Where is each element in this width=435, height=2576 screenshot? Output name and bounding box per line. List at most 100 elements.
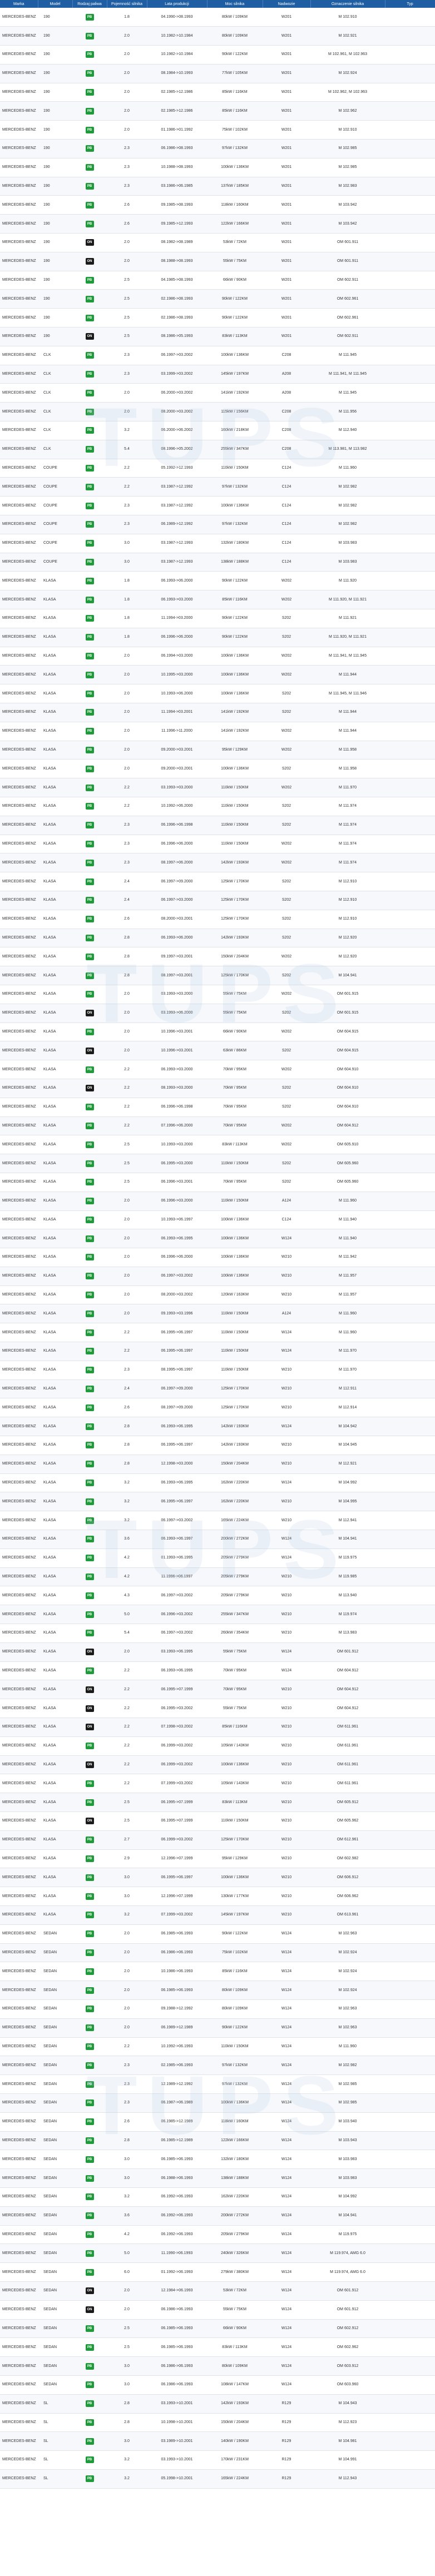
cell-power: 100kW / 136KM [207, 759, 263, 779]
cell-body: W210 [263, 1248, 310, 1267]
cell-engine: M 111.960 [310, 1304, 385, 1324]
cell-years: 05.1992->12.1993 [147, 459, 207, 478]
cell-engine: OM 612.961 [310, 1830, 385, 1850]
cell-type [385, 741, 435, 760]
table-row: MERCEDES-BENZ SEDAN PB 2.3 12.1989->12.1992 9… [0, 2074, 435, 2094]
cell-model: SEDAN [38, 2131, 72, 2151]
cell-type [385, 985, 435, 1004]
cell-brand: MERCEDES-BENZ [0, 1586, 38, 1606]
petrol-fuel-icon: PB [85, 1104, 94, 1111]
cell-capacity: 2.7 [107, 1830, 147, 1850]
cell-model: KLASA [38, 1098, 72, 1117]
cell-engine: M 111.974 [310, 853, 385, 873]
cell-brand: MERCEDES-BENZ [0, 1567, 38, 1587]
cell-power: 80kW / 109KM [207, 1981, 263, 2000]
cell-type [385, 1530, 435, 1549]
petrol-fuel-icon: PB [85, 1329, 94, 1336]
petrol-fuel-icon: PB [85, 2362, 94, 2370]
cell-model: 190 [38, 101, 72, 121]
cell-engine: M 102.921 [310, 26, 385, 46]
cell-model: 190 [38, 233, 72, 252]
cell-engine: M 102.985 [310, 158, 385, 177]
petrol-fuel-icon: PB [85, 577, 94, 584]
cell-model: KLASA [38, 1699, 72, 1719]
table-row: MERCEDES-BENZ SEDAN PB 5.0 11.1990->06.1993 2… [0, 2244, 435, 2264]
petrol-fuel-icon: PB [85, 2156, 94, 2163]
cell-fuel: PB [72, 308, 107, 328]
cell-brand: MERCEDES-BENZ [0, 722, 38, 741]
cell-brand: MERCEDES-BENZ [0, 327, 38, 346]
petrol-fuel-icon: PB [85, 2062, 94, 2069]
cell-brand: MERCEDES-BENZ [0, 891, 38, 910]
cell-engine: M 111.970 [310, 1361, 385, 1380]
cell-power: 118kW / 160KM [207, 2112, 263, 2132]
cell-capacity: 2.2 [107, 1323, 147, 1343]
col-header-model[interactable]: Model [38, 0, 73, 8]
col-header-capacity[interactable]: Pojemność silnika [107, 0, 147, 8]
cell-body: W124 [263, 1943, 310, 1963]
cell-fuel: PB [72, 1436, 107, 1455]
cell-body: S202 [263, 684, 310, 703]
cell-engine: M 102.910 [310, 120, 385, 140]
cell-power: 85kW / 116KM [207, 1718, 263, 1737]
col-header-engine[interactable]: Oznaczenie silnika [310, 0, 385, 8]
cell-type [385, 1586, 435, 1606]
cell-body: S202 [263, 1004, 310, 1023]
diesel-fuel-icon: ON [85, 333, 94, 340]
cell-power: 138kW / 188KM [207, 2168, 263, 2188]
cell-brand: MERCEDES-BENZ [0, 2244, 38, 2264]
cell-power: 70kW / 95KM [207, 1116, 263, 1136]
cell-engine: M 111.970 [310, 1342, 385, 1361]
table-row: MERCEDES-BENZ KLASA PB 2.0 10.1993->06.1997 1… [0, 1210, 435, 1230]
petrol-fuel-icon: PB [85, 1667, 94, 1675]
cell-capacity: 2.8 [107, 966, 147, 985]
cell-capacity: 2.8 [107, 1436, 147, 1455]
cell-engine: OM 601.915 [310, 1004, 385, 1023]
cell-body: W201 [263, 327, 310, 346]
cell-model: KLASA [38, 759, 72, 779]
cell-body: S202 [263, 966, 310, 985]
cell-model: KLASA [38, 703, 72, 722]
cell-capacity: 2.0 [107, 1210, 147, 1230]
cell-model: KLASA [38, 1154, 72, 1173]
cell-engine: M 112.910 [310, 910, 385, 929]
table-row: MERCEDES-BENZ SEDAN PB 2.2 10.1992->06.1993 1… [0, 2037, 435, 2057]
petrol-fuel-icon: PB [85, 2456, 94, 2464]
cell-power: 110kW / 150KM [207, 1304, 263, 1324]
cell-type [385, 835, 435, 854]
petrol-fuel-icon: PB [85, 1743, 94, 1750]
cell-type [385, 647, 435, 666]
petrol-fuel-icon: PB [85, 2269, 94, 2276]
cell-capacity: 2.4 [107, 891, 147, 910]
cell-brand: MERCEDES-BENZ [0, 2093, 38, 2113]
cell-years: 02.1985->12.1986 [147, 101, 207, 121]
petrol-fuel-icon: PB [85, 70, 94, 77]
table-row: MERCEDES-BENZ KLASA PB 4.3 06.1997->03.2002 2… [0, 1586, 435, 1606]
cell-engine: M 103.942 [310, 214, 385, 234]
col-header-body[interactable]: Nadwozie [263, 0, 311, 8]
cell-type [385, 1304, 435, 1324]
table-row: MERCEDES-BENZ 190 PB 2.0 08.1984->10.1993 77k… [0, 64, 435, 83]
cell-fuel: PB [72, 1905, 107, 1925]
cell-power: 110kW / 150KM [207, 2037, 263, 2057]
cell-engine: OM 606.912 [310, 1868, 385, 1888]
cell-brand: MERCEDES-BENZ [0, 1736, 38, 1756]
cell-brand: MERCEDES-BENZ [0, 1793, 38, 1812]
col-header-brand[interactable]: Marka [0, 0, 38, 8]
cell-brand: MERCEDES-BENZ [0, 1004, 38, 1023]
col-header-type[interactable]: Typ [385, 0, 435, 8]
petrol-fuel-icon: PB [85, 897, 94, 904]
cell-power: 160kW / 218KM [207, 421, 263, 440]
col-header-power[interactable]: Moc silnika [207, 0, 263, 8]
cell-fuel: PB [72, 2037, 107, 2057]
cell-capacity: 3.6 [107, 2206, 147, 2226]
cell-body: W202 [263, 1135, 310, 1155]
cell-brand: MERCEDES-BENZ [0, 1267, 38, 1286]
cell-years: 12.1998->03.2000 [147, 1455, 207, 1474]
col-header-fuel[interactable]: Rodzaj paliwa [72, 0, 107, 8]
cell-brand: MERCEDES-BENZ [0, 1718, 38, 1737]
cell-type [385, 1267, 435, 1286]
cell-engine: M 104.942 [310, 1417, 385, 1437]
col-header-years[interactable]: Lata produkcji [147, 0, 207, 8]
petrol-fuel-icon: PB [85, 953, 94, 960]
